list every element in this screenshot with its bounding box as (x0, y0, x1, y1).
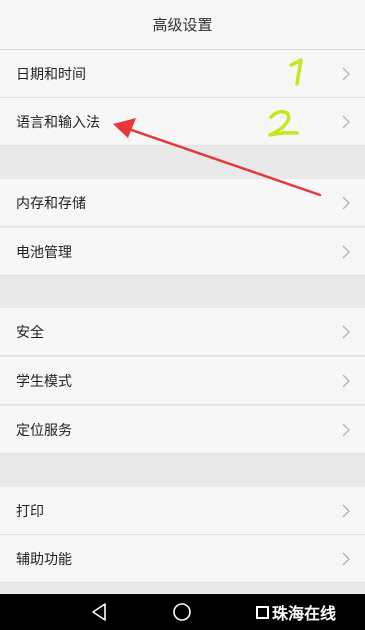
settings-item-label: 日期和时间 (16, 66, 86, 83)
back-icon[interactable] (90, 602, 108, 622)
watermark: 珠海在线 (256, 600, 336, 624)
recent-apps-icon[interactable] (256, 605, 269, 619)
settings-item-location[interactable]: 定位服务 (0, 406, 365, 454)
section-divider (0, 276, 365, 308)
settings-item-battery[interactable]: 电池管理 (0, 228, 365, 276)
settings-item-label: 电池管理 (16, 244, 72, 261)
settings-item-memory-storage[interactable]: 内存和存储 (0, 179, 365, 227)
settings-item-language-input[interactable]: 语言和输入法 (0, 98, 365, 146)
watermark-text: 珠海在线 (272, 604, 337, 623)
chevron-right-icon (342, 67, 350, 81)
settings-item-label: 学生模式 (16, 373, 72, 390)
settings-item-label: 打印 (16, 503, 44, 520)
settings-item-label: 语言和输入法 (16, 114, 100, 131)
settings-item-label: 内存和存储 (16, 195, 86, 212)
chevron-right-icon (342, 374, 350, 388)
chevron-right-icon (342, 504, 350, 518)
settings-item-label: 辅助功能 (16, 551, 72, 568)
section-divider (0, 146, 365, 178)
settings-item-print[interactable]: 打印 (0, 487, 365, 535)
chevron-right-icon (342, 325, 350, 339)
page-header: 高级设置 (0, 0, 365, 50)
settings-item-date-time[interactable]: 日期和时间 (0, 50, 365, 98)
chevron-right-icon (342, 423, 350, 437)
settings-item-security[interactable]: 安全 (0, 308, 365, 356)
settings-item-student-mode[interactable]: 学生模式 (0, 357, 365, 405)
chevron-right-icon (342, 245, 350, 259)
section-divider (0, 454, 365, 486)
chevron-right-icon (342, 552, 350, 566)
page-title: 高级设置 (152, 16, 213, 34)
chevron-right-icon (342, 115, 350, 129)
settings-item-label: 定位服务 (16, 422, 72, 439)
settings-item-accessibility[interactable]: 辅助功能 (0, 535, 365, 583)
settings-item-label: 安全 (16, 324, 44, 341)
home-icon[interactable] (172, 602, 192, 622)
chevron-right-icon (342, 196, 350, 210)
